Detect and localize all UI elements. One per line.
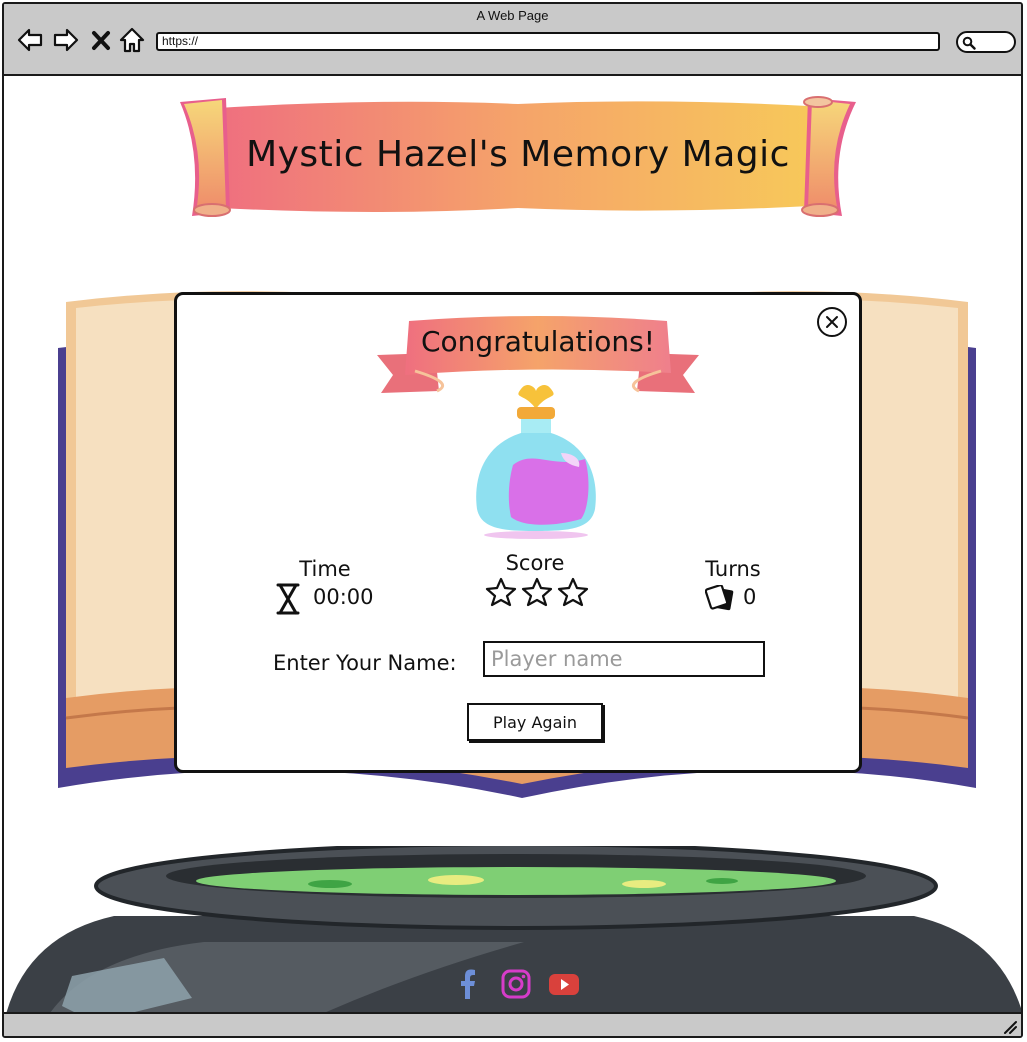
- score-label: Score: [505, 551, 565, 575]
- close-icon: [826, 316, 838, 328]
- time-value: 00:00: [313, 585, 374, 609]
- instagram-icon[interactable]: [500, 968, 532, 1000]
- name-label: Enter Your Name:: [273, 651, 457, 675]
- player-name-input[interactable]: [483, 641, 765, 677]
- modal-close-button[interactable]: [817, 307, 847, 337]
- hourglass-icon: [276, 583, 300, 615]
- star-icon: [485, 577, 517, 607]
- star-icon: [521, 577, 553, 607]
- url-bar[interactable]: https://: [156, 32, 940, 51]
- browser-window: A Web Page https:// Mystic Hazel's Memor…: [2, 2, 1023, 1038]
- youtube-icon[interactable]: [548, 968, 580, 1000]
- status-bar: [4, 1012, 1021, 1036]
- browser-chrome: A Web Page https://: [4, 4, 1021, 76]
- facebook-icon[interactable]: [452, 968, 484, 1000]
- congratulations-modal: Congratulations! Time 00:00 Score Turns …: [174, 292, 862, 773]
- cards-icon: [705, 585, 734, 611]
- search-icon: [962, 36, 976, 50]
- resize-grip-icon[interactable]: [1001, 1018, 1017, 1034]
- window-title: A Web Page: [476, 8, 549, 23]
- modal-title: Congratulations!: [421, 325, 655, 358]
- page-title: Mystic Hazel's Memory Magic: [246, 134, 790, 175]
- play-again-button[interactable]: Play Again: [467, 703, 603, 741]
- close-x-icon[interactable]: [90, 26, 112, 54]
- back-arrow-icon[interactable]: [16, 26, 44, 54]
- search-field[interactable]: [956, 31, 1016, 53]
- home-icon[interactable]: [118, 26, 146, 54]
- forward-arrow-icon[interactable]: [52, 26, 80, 54]
- turns-label: Turns: [705, 557, 761, 581]
- star-icon: [557, 577, 589, 607]
- turns-value: 0: [743, 585, 757, 609]
- potion-bottle-illustration: [476, 385, 596, 539]
- time-label: Time: [299, 557, 351, 581]
- page-content: Mystic Hazel's Memory Magic Congratulati…: [4, 76, 1021, 1012]
